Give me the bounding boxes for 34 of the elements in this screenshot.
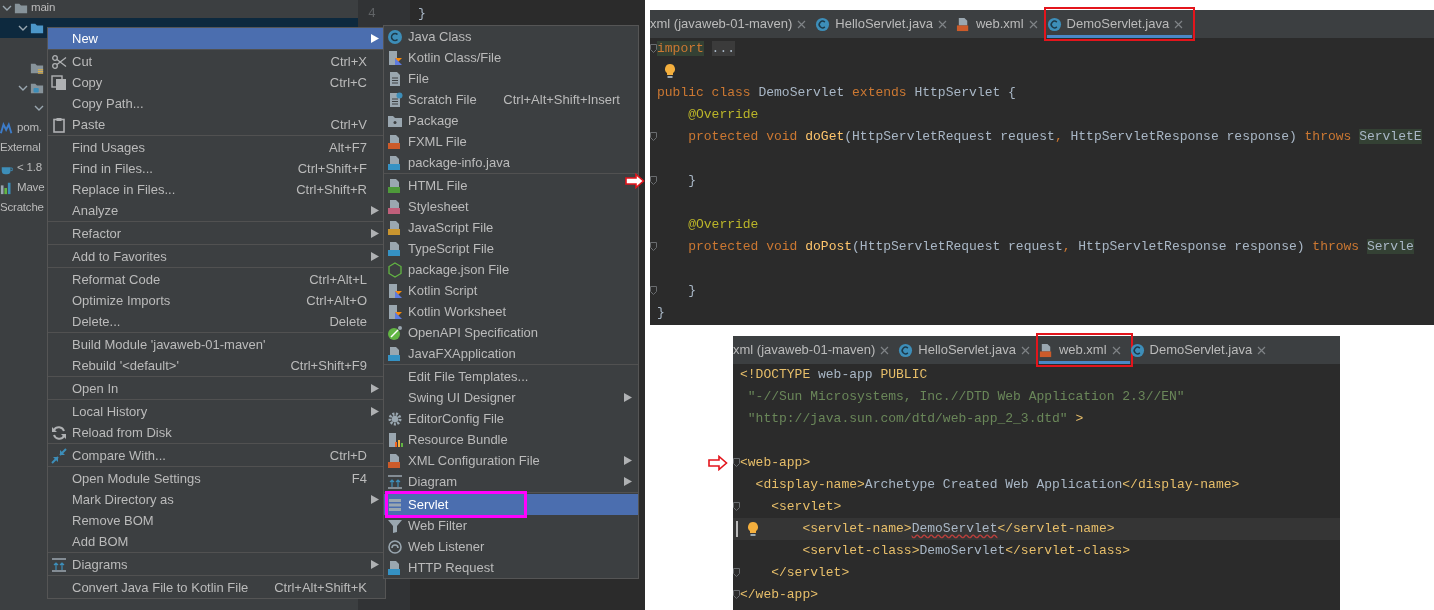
code-line: } bbox=[418, 6, 426, 21]
code-line: @Override bbox=[687, 106, 759, 125]
code-line: <!DOCTYPE web-app PUBLIC bbox=[740, 366, 928, 385]
code-line: <servlet-name>DemoServlet</servlet-name> bbox=[801, 520, 1115, 539]
code-line: </web-app> bbox=[740, 586, 818, 605]
code-line: public class DemoServlet extends HttpServlet { bbox=[657, 84, 1016, 103]
shortcut-label: Ctrl+Shift+F9 bbox=[289, 356, 367, 375]
shortcut-label: Alt+F7 bbox=[328, 138, 367, 157]
shortcut-label: Ctrl+V bbox=[329, 115, 367, 134]
code-line: } bbox=[687, 172, 696, 191]
code-line: <display-name>Archetype Created Web Application</display-name> bbox=[754, 476, 1240, 495]
code-line: "http://java.sun.com/dtd/web-app_2_3.dtd" > bbox=[746, 410, 1084, 429]
code-line: } bbox=[657, 304, 665, 323]
code-line: @Override bbox=[687, 216, 759, 235]
shortcut-label: Ctrl+Alt+L bbox=[308, 270, 367, 289]
shortcut-label: Ctrl+Alt+O bbox=[305, 291, 367, 310]
shortcut-label: Ctrl+X bbox=[329, 52, 367, 71]
code-line: protected void doPost(HttpServletRequest request, HttpServletResponse response) throws Servle bbox=[687, 238, 1414, 257]
code-line: "-//Sun Microsystems, Inc.//DTD Web Application 2.3//EN" bbox=[746, 388, 1185, 407]
shortcut-label: Ctrl+Shift+F bbox=[296, 159, 367, 178]
shortcut-label: F4 bbox=[350, 469, 367, 488]
shortcut-label: Ctrl+Alt+Shift+K bbox=[273, 578, 367, 597]
code-line: } bbox=[687, 282, 696, 301]
code-line: <servlet> bbox=[770, 498, 842, 517]
shortcut-label: Ctrl+Shift+R bbox=[295, 180, 367, 199]
code-line: <web-app> bbox=[740, 454, 811, 473]
shortcut-label: Delete bbox=[328, 312, 367, 331]
shortcut-label: Ctrl+C bbox=[328, 73, 367, 92]
code-line: protected void doGet(HttpServletRequest request, HttpServletResponse response) throws ServletE bbox=[687, 128, 1422, 147]
code-line: </servlet> bbox=[770, 564, 850, 583]
shortcut-label: Ctrl+Alt+Shift+Insert bbox=[502, 90, 620, 109]
code-line: <servlet-class>DemoServlet</servlet-class> bbox=[801, 542, 1131, 561]
shortcut-label: Ctrl+D bbox=[328, 446, 367, 465]
code-line: import ... bbox=[657, 40, 735, 59]
